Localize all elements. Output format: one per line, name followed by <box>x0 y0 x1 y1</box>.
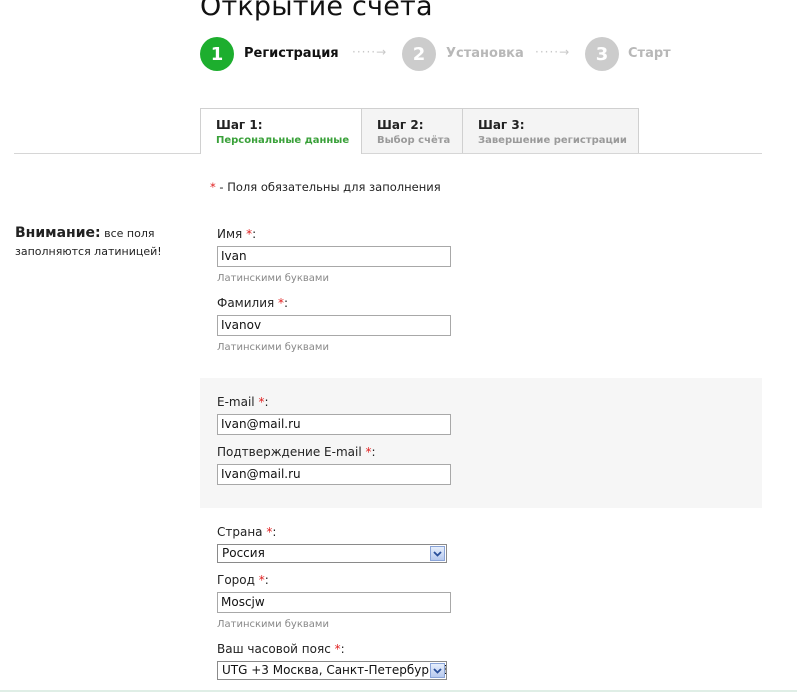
email-label: E-mail *: <box>217 395 269 409</box>
tab-subtitle: Завершение регистрации <box>478 135 627 146</box>
last-name-label: Фамилия *: <box>217 296 289 310</box>
step-1-label: Регистрация <box>244 46 339 61</box>
required-note: * - Поля обязательны для заполнения <box>210 180 441 194</box>
chevron-down-icon[interactable] <box>430 546 445 561</box>
tab-step-3[interactable]: Шаг 3: Завершение регистрации <box>462 108 639 153</box>
page-title: Открытие счета <box>200 0 433 22</box>
city-hint: Латинскими буквами <box>217 619 329 630</box>
step-3-circle: 3 <box>585 37 619 71</box>
first-name-label: Имя *: <box>217 227 257 241</box>
email-section-panel <box>200 378 762 508</box>
step-2-label: Установка <box>446 46 524 61</box>
tab-subtitle: Персональные данные <box>216 135 350 146</box>
step-2-circle: 2 <box>402 37 436 71</box>
required-note-text: - Поля обязательны для заполнения <box>215 180 441 194</box>
tab-title: Шаг 3: <box>478 118 525 132</box>
tab-title: Шаг 2: <box>377 118 424 132</box>
email-input[interactable]: Ivan@mail.ru <box>217 414 451 435</box>
latin-warning: Внимание: все поля заполняются латиницей… <box>15 224 190 261</box>
warning-title: Внимание: <box>15 225 101 241</box>
city-label: Город *: <box>217 573 269 587</box>
tab-step-1[interactable]: Шаг 1: Персональные данные <box>200 108 362 154</box>
first-name-input[interactable]: Ivan <box>217 246 451 267</box>
tab-subtitle: Выбор счёта <box>377 135 451 146</box>
email-confirm-input[interactable]: Ivan@mail.ru <box>217 464 451 485</box>
step-arrow-icon: ·····→ <box>535 45 571 59</box>
country-label: Страна *: <box>217 525 277 539</box>
step-1-circle: 1 <box>200 37 234 71</box>
city-input[interactable]: Moscjw <box>217 592 451 613</box>
tab-title: Шаг 1: <box>216 118 263 132</box>
timezone-label: Ваш часовой пояс *: <box>217 642 345 656</box>
step-3-label: Старт <box>628 46 671 61</box>
tabs-divider <box>14 153 762 154</box>
step-arrow-icon: ·····→ <box>352 45 388 59</box>
last-name-hint: Латинскими буквами <box>217 342 329 353</box>
country-select[interactable]: Россия <box>217 544 447 563</box>
tab-step-2[interactable]: Шаг 2: Выбор счёта <box>361 108 463 153</box>
last-name-input[interactable]: Ivanov <box>217 315 451 336</box>
timezone-select[interactable]: UTG +3 Москва, Санкт-Петербург, Е <box>217 661 447 680</box>
chevron-down-icon[interactable] <box>430 663 445 678</box>
email-confirm-label: Подтверждение E-mail *: <box>217 445 376 459</box>
first-name-hint: Латинскими буквами <box>217 273 329 284</box>
timezone-selected-value: UTG +3 Москва, Санкт-Петербург, Е <box>222 663 447 677</box>
country-selected-value: Россия <box>222 546 265 560</box>
